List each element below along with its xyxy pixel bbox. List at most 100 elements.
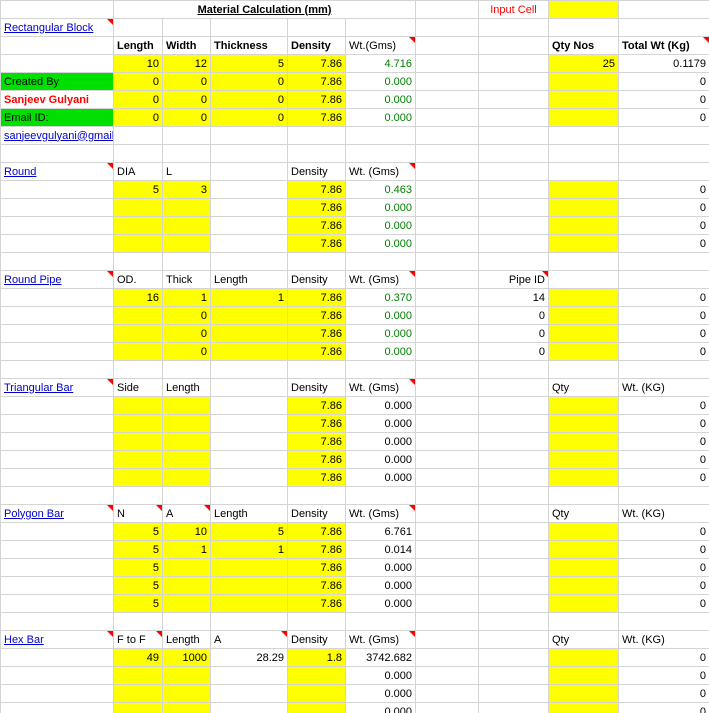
cell-e15[interactable] [287, 252, 346, 271]
cell-h35[interactable] [478, 612, 549, 631]
tri-length-1[interactable] [162, 396, 211, 415]
cell-g21[interactable] [415, 360, 479, 379]
cell-h21[interactable] [478, 360, 549, 379]
poly-qty-4[interactable] [548, 576, 619, 595]
cell-g11[interactable] [415, 180, 479, 199]
cell-g5[interactable] [415, 72, 479, 91]
cell-j8[interactable] [618, 126, 709, 145]
cell-d26[interactable] [210, 450, 288, 469]
pipe-density-3[interactable]: 7.86 [287, 324, 346, 343]
email-link[interactable]: sanjeevgulyani@gmail.com [4, 130, 113, 142]
tri-length-2[interactable] [162, 414, 211, 433]
cell-g22[interactable] [415, 378, 479, 397]
rect-density-1[interactable]: 7.86 [287, 54, 346, 73]
cell-j16[interactable] [618, 270, 709, 289]
cell-h27[interactable] [478, 468, 549, 487]
pipe-od-2[interactable] [113, 306, 163, 325]
poly-n-4[interactable]: 5 [113, 576, 163, 595]
poly-density-5[interactable]: 7.86 [287, 594, 346, 613]
cell-g28[interactable] [415, 486, 479, 505]
poly-a-4[interactable] [162, 576, 211, 595]
hex-length-1[interactable]: 1000 [162, 648, 211, 667]
rect-width-3[interactable]: 0 [162, 90, 211, 109]
cell-h3[interactable] [478, 36, 549, 55]
cell-g12[interactable] [415, 198, 479, 217]
cell-c35[interactable] [162, 612, 211, 631]
cell-d10[interactable] [210, 162, 288, 181]
cell-b15[interactable] [113, 252, 163, 271]
tri-density-4[interactable]: 7.86 [287, 450, 346, 469]
pipe-thick-4[interactable]: 0 [162, 342, 211, 361]
round-density-2[interactable]: 7.86 [287, 198, 346, 217]
tri-density-5[interactable]: 7.86 [287, 468, 346, 487]
cell-d22[interactable] [210, 378, 288, 397]
hex-density-3[interactable] [287, 684, 346, 703]
cell-d13[interactable] [210, 216, 288, 235]
rect-density-3[interactable]: 7.86 [287, 90, 346, 109]
cell-d9[interactable] [210, 144, 288, 163]
cell-a32[interactable] [0, 558, 114, 577]
cell-j15[interactable] [618, 252, 709, 271]
pipe-length-3[interactable] [210, 324, 288, 343]
section-label-round[interactable]: Round [0, 162, 114, 181]
rect-length-4[interactable]: 0 [113, 108, 163, 127]
poly-n-3[interactable]: 5 [113, 558, 163, 577]
section-link-polygon-bar[interactable]: Polygon Bar [4, 508, 64, 520]
cell-h34[interactable] [478, 594, 549, 613]
cell-g14[interactable] [415, 234, 479, 253]
round-l-1[interactable]: 3 [162, 180, 211, 199]
cell-d12[interactable] [210, 198, 288, 217]
cell-a4[interactable] [0, 54, 114, 73]
round-l-3[interactable] [162, 216, 211, 235]
cell-h10[interactable] [478, 162, 549, 181]
hex-length-3[interactable] [162, 684, 211, 703]
tri-length-3[interactable] [162, 432, 211, 451]
cell-f2[interactable] [345, 18, 416, 37]
cell-d23[interactable] [210, 396, 288, 415]
cell-i35[interactable] [548, 612, 619, 631]
poly-qty-5[interactable] [548, 594, 619, 613]
cell-g39[interactable] [415, 684, 479, 703]
poly-a-1[interactable]: 10 [162, 522, 211, 541]
cell-h31[interactable] [478, 540, 549, 559]
cell-h5[interactable] [478, 72, 549, 91]
cell-g27[interactable] [415, 468, 479, 487]
cell-g40[interactable] [415, 702, 479, 713]
cell-g25[interactable] [415, 432, 479, 451]
cell-g17[interactable] [415, 288, 479, 307]
round-dia-1[interactable]: 5 [113, 180, 163, 199]
rect-thickness-2[interactable]: 0 [210, 72, 288, 91]
cell-g7[interactable] [415, 108, 479, 127]
rect-thickness-4[interactable]: 0 [210, 108, 288, 127]
cell-a13[interactable] [0, 216, 114, 235]
cell-e2[interactable] [287, 18, 346, 37]
poly-n-5[interactable]: 5 [113, 594, 163, 613]
cell-h36[interactable] [478, 630, 549, 649]
round-dia-4[interactable] [113, 234, 163, 253]
cell-h22[interactable] [478, 378, 549, 397]
cell-h28[interactable] [478, 486, 549, 505]
cell-g33[interactable] [415, 576, 479, 595]
section-label-polygon-bar[interactable]: Polygon Bar [0, 504, 114, 523]
tri-side-2[interactable] [113, 414, 163, 433]
cell-j10[interactable] [618, 162, 709, 181]
hex-ftof-1[interactable]: 49 [113, 648, 163, 667]
cell-g9[interactable] [415, 144, 479, 163]
cell-e9[interactable] [287, 144, 346, 163]
cell-i15[interactable] [548, 252, 619, 271]
cell-a20[interactable] [0, 342, 114, 361]
tri-qty-5[interactable] [548, 468, 619, 487]
hex-length-4[interactable] [162, 702, 211, 713]
pipe-thick-2[interactable]: 0 [162, 306, 211, 325]
cell-e28[interactable] [287, 486, 346, 505]
poly-qty-3[interactable] [548, 558, 619, 577]
cell-c15[interactable] [162, 252, 211, 271]
cell-h23[interactable] [478, 396, 549, 415]
tri-qty-3[interactable] [548, 432, 619, 451]
poly-length-3[interactable] [210, 558, 288, 577]
cell-g29[interactable] [415, 504, 479, 523]
section-label-hex-bar[interactable]: Hex Bar [0, 630, 114, 649]
round-qty-3[interactable] [548, 216, 619, 235]
hex-density-2[interactable] [287, 666, 346, 685]
pipe-qty-1[interactable] [548, 288, 619, 307]
